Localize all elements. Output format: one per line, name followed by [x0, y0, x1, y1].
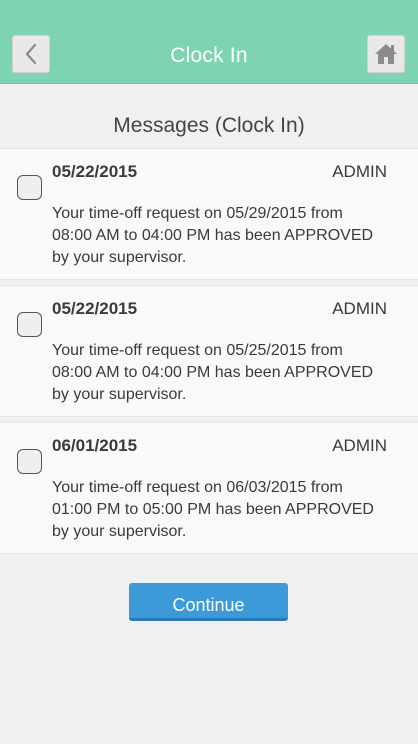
message-date: 05/22/2015: [52, 299, 138, 318]
message-date: 06/01/2015: [52, 436, 138, 455]
continue-button[interactable]: Continue: [129, 583, 288, 621]
section-title: Messages (Clock In): [113, 114, 305, 137]
message-checkbox[interactable]: [17, 175, 42, 200]
page-title: Clock In: [170, 44, 248, 67]
message-body: Your time-off request on 05/29/2015 from…: [52, 205, 374, 266]
message-body: Your time-off request on 06/03/2015 from…: [52, 479, 374, 540]
message-body: Your time-off request on 05/25/2015 from…: [52, 342, 374, 403]
message-checkbox[interactable]: [17, 449, 42, 474]
message-sender: ADMIN: [332, 162, 387, 181]
message-date: 05/22/2015: [52, 162, 138, 181]
home-icon: [375, 44, 397, 64]
home-button[interactable]: [367, 35, 405, 73]
message-item: 05/22/2015 ADMIN Your time-off request o…: [0, 148, 418, 280]
message-list: 05/22/2015 ADMIN Your time-off request o…: [0, 148, 418, 559]
app-header: Clock In: [0, 0, 418, 84]
message-item: 05/22/2015 ADMIN Your time-off request o…: [0, 285, 418, 417]
message-checkbox[interactable]: [17, 312, 42, 337]
message-sender: ADMIN: [332, 436, 387, 455]
message-item: 06/01/2015 ADMIN Your time-off request o…: [0, 422, 418, 554]
message-sender: ADMIN: [332, 299, 387, 318]
